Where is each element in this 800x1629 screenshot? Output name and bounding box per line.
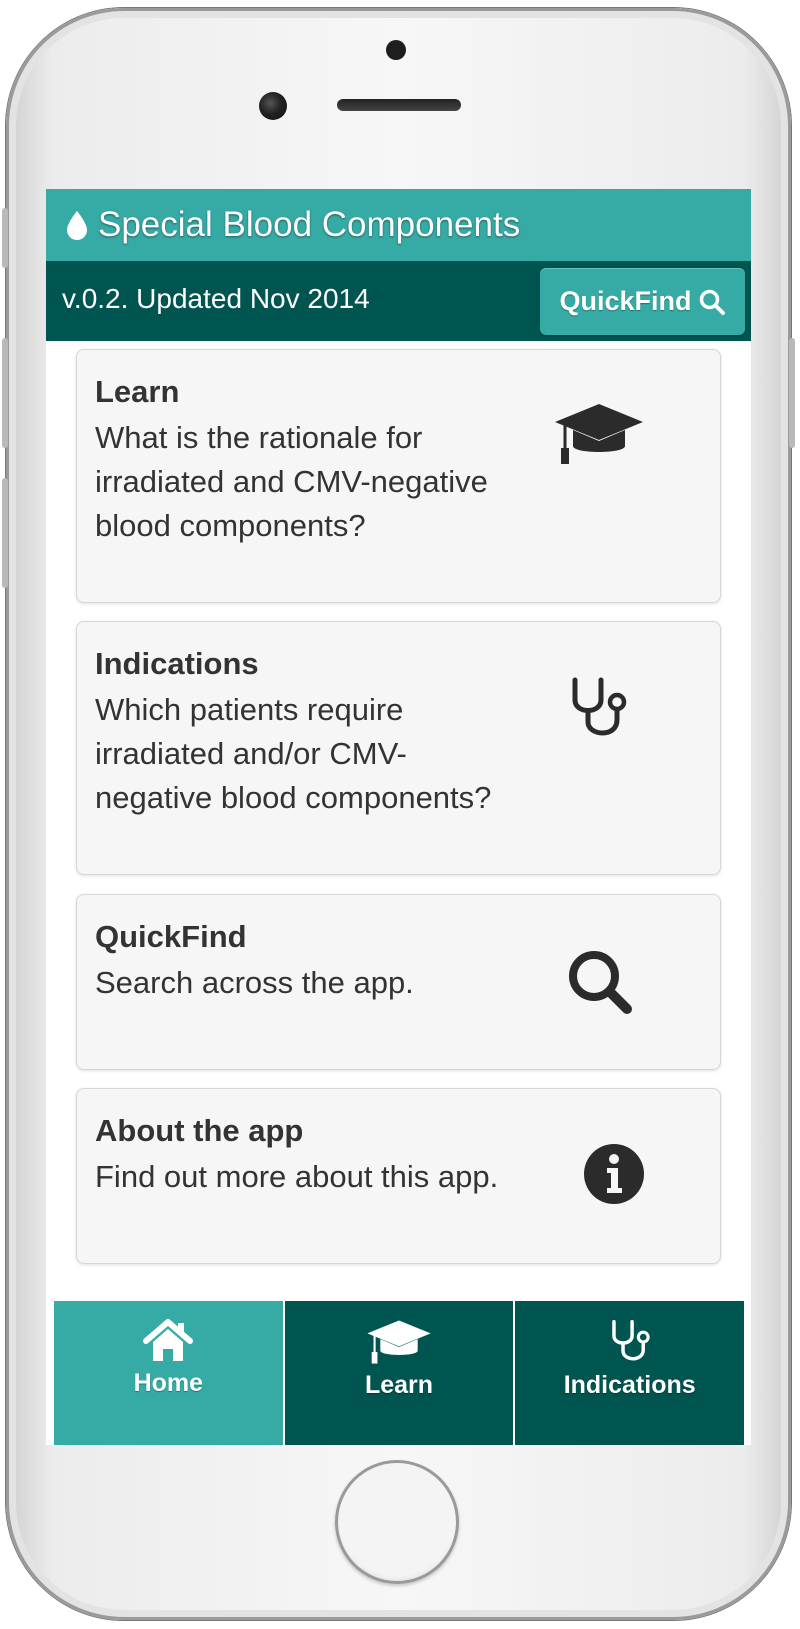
stethoscope-icon xyxy=(611,1320,650,1361)
blood-drop-icon xyxy=(67,211,87,240)
bottom-tab-bar: Home Learn Indications xyxy=(54,1301,745,1445)
learn-card-description: What is the rationale for irradiated and… xyxy=(95,420,488,543)
tab-learn[interactable]: Learn xyxy=(284,1301,516,1445)
indications-card[interactable]: Indications Which patients require irrad… xyxy=(76,621,721,875)
version-text: v.0.2. Updated Nov 2014 xyxy=(62,283,370,314)
earpiece-speaker xyxy=(337,99,461,111)
proximity-sensor xyxy=(386,40,406,60)
learn-card-title: Learn xyxy=(95,374,180,409)
tab-learn-label: Learn xyxy=(364,1371,434,1399)
tab-indications[interactable]: Indications xyxy=(515,1301,745,1445)
mute-switch xyxy=(2,208,8,268)
search-icon xyxy=(699,289,725,315)
graduation-cap-icon xyxy=(367,1320,431,1364)
volume-up-button xyxy=(2,338,8,448)
tab-home[interactable]: Home xyxy=(54,1301,285,1445)
tab-indications-label: Indications xyxy=(563,1371,696,1399)
about-card-title: About the app xyxy=(95,1113,304,1148)
version-bar: v.0.2. Updated Nov 2014 QuickFind xyxy=(46,261,751,341)
device-home-button[interactable] xyxy=(335,1460,459,1584)
about-card[interactable]: About the app Find out more about this a… xyxy=(76,1088,721,1264)
graduation-cap-icon xyxy=(555,404,643,464)
menu-list: Learn What is the rationale for irradiat… xyxy=(46,341,751,1301)
quickfind-card-title: QuickFind xyxy=(95,919,247,954)
indications-card-title: Indications xyxy=(95,646,259,681)
about-card-description: Find out more about this app. xyxy=(95,1159,499,1194)
app-screen: Special Blood Components v.0.2. Updated … xyxy=(46,189,751,1445)
quickfind-button-label: QuickFind xyxy=(559,286,692,316)
quickfind-card[interactable]: QuickFind Search across the app. xyxy=(76,894,721,1070)
info-icon xyxy=(584,1144,644,1204)
app-title: Special Blood Components xyxy=(98,205,521,244)
volume-down-button xyxy=(2,478,8,588)
home-icon xyxy=(143,1319,194,1361)
stethoscope-icon xyxy=(572,677,627,736)
quickfind-card-description: Search across the app. xyxy=(95,965,414,1000)
power-button xyxy=(789,338,795,448)
tab-home-label: Home xyxy=(133,1369,204,1397)
front-camera xyxy=(259,92,287,120)
quickfind-button[interactable]: QuickFind xyxy=(540,268,745,335)
app-header: Special Blood Components xyxy=(46,189,751,261)
indications-card-description: Which patients require irradiated and/or… xyxy=(95,692,492,815)
search-icon xyxy=(569,951,632,1014)
learn-card[interactable]: Learn What is the rationale for irradiat… xyxy=(76,349,721,603)
